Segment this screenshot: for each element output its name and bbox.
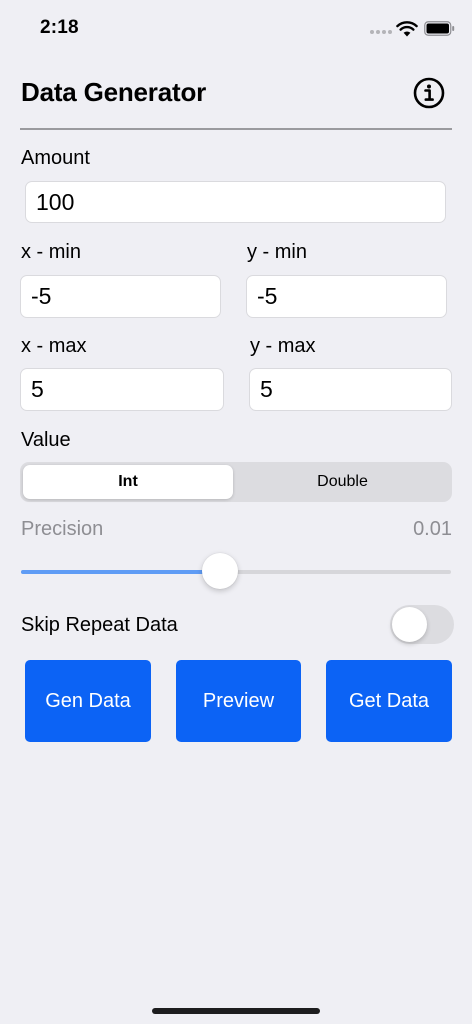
cellular-signal-icon — [370, 30, 392, 34]
precision-label: Precision — [21, 518, 104, 540]
y-min-label: y - min — [247, 241, 307, 263]
skip-repeat-toggle[interactable] — [390, 605, 454, 644]
wifi-icon — [396, 21, 418, 37]
x-max-field[interactable]: 5 — [20, 368, 224, 411]
value-label: Value — [21, 429, 71, 451]
toggle-knob — [392, 607, 427, 642]
segment-int[interactable]: Int — [23, 465, 233, 499]
y-min-field[interactable]: -5 — [246, 275, 447, 318]
x-max-label: x - max — [21, 335, 87, 357]
battery-icon — [424, 21, 455, 36]
y-max-field[interactable]: 5 — [249, 368, 452, 411]
precision-value: 0.01 — [413, 518, 452, 540]
page-title: Data Generator — [21, 77, 207, 107]
precision-slider-fill — [21, 570, 221, 574]
get-data-button[interactable]: Get Data — [326, 660, 452, 742]
skip-repeat-label: Skip Repeat Data — [21, 614, 178, 636]
y-max-label: y - max — [250, 335, 316, 357]
amount-label: Amount — [21, 147, 90, 169]
status-time: 2:18 — [40, 17, 79, 38]
header-divider — [20, 128, 452, 130]
preview-button[interactable]: Preview — [176, 660, 301, 742]
segment-double[interactable]: Double — [236, 465, 449, 499]
value-segmented-control: Int Double — [20, 462, 452, 502]
precision-slider-thumb[interactable] — [202, 553, 239, 589]
status-bar: 2:18 — [0, 0, 472, 56]
info-icon[interactable] — [413, 77, 445, 109]
x-min-label: x - min — [21, 241, 81, 263]
x-min-field[interactable]: -5 — [20, 275, 221, 318]
home-indicator — [152, 1008, 320, 1014]
amount-field[interactable]: 100 — [25, 181, 446, 223]
gen-data-button[interactable]: Gen Data — [25, 660, 151, 742]
